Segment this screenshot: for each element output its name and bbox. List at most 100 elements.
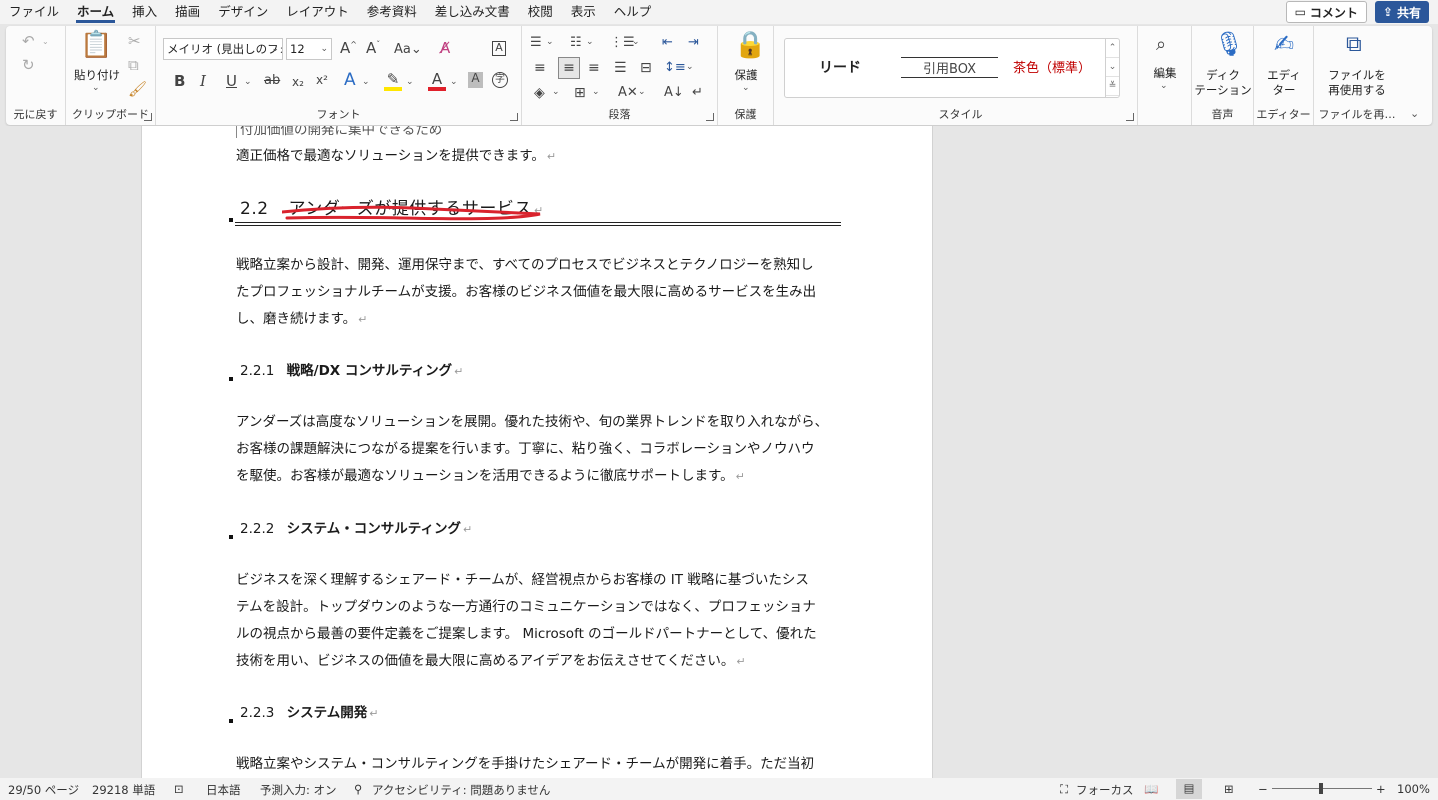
tab-help[interactable]: ヘルプ [605,0,661,24]
bold-icon[interactable]: B [174,74,185,89]
styles-launcher-icon[interactable] [1126,113,1134,121]
protect-dropdown-icon[interactable]: ⌄ [742,84,750,93]
protect-button-label[interactable]: 保護 [718,68,774,83]
focus-mode-button[interactable]: フォーカス [1076,782,1134,798]
tab-layout[interactable]: レイアウト [277,0,358,24]
share-button[interactable]: ⇪ 共有 [1374,1,1429,23]
paste-icon[interactable]: 📋 [80,32,112,58]
paragraph-launcher-icon[interactable] [706,113,714,121]
undo-dropdown-icon[interactable]: ⌄ [42,38,49,46]
tab-mailings[interactable]: 差し込み文書 [426,0,519,24]
style-lead[interactable]: リード [819,57,861,77]
borders-icon[interactable]: ⊞ [574,86,586,100]
accessibility-icon[interactable]: ⚲ [354,782,362,796]
character-border-icon[interactable]: A [492,41,506,56]
edit-button-label[interactable]: 編集 [1138,66,1192,81]
page-count[interactable]: 29/50 ページ [8,782,79,798]
clear-formatting-icon[interactable]: A̸ [440,41,450,56]
styles-more-icon[interactable]: ≚ [1106,77,1119,96]
underline-icon[interactable]: U [226,74,237,89]
tab-home[interactable]: ホーム [68,0,123,24]
tab-review[interactable]: 校閲 [519,0,562,24]
borders-dropdown-icon[interactable]: ⌄ [592,88,600,97]
microphone-icon[interactable]: 🎙 [1214,32,1244,56]
text-effects-dropdown-icon[interactable]: ⌄ [362,78,370,87]
grow-font-icon[interactable]: A^ [340,41,357,56]
distributed-icon[interactable]: ⊟ [640,61,652,75]
reuse-label-1[interactable]: ファイルを [1314,68,1400,83]
change-case-icon[interactable]: Aa⌄ [394,43,422,56]
undo-icon[interactable]: ↶ [22,34,35,49]
line-spacing-dropdown-icon[interactable]: ⌄ [686,63,694,72]
highlight-dropdown-icon[interactable]: ⌄ [406,78,414,87]
reuse-label-2[interactable]: 再使用する [1314,83,1400,98]
styles-scroll-down-icon[interactable]: ⌄ [1106,58,1119,77]
asian-layout-dropdown-icon[interactable]: ⌄ [638,88,646,97]
web-layout-icon[interactable]: ⊞ [1224,782,1234,796]
strikethrough-icon[interactable]: ab [264,74,280,87]
italic-icon[interactable]: I [200,74,206,89]
font-color-icon[interactable]: A [428,72,446,91]
zoom-in-icon[interactable]: + [1376,782,1386,796]
document-area[interactable]: 付加価値の開発に集中できるため 適正価格で最適なソリューションを提供できます。 ↵… [0,126,1438,778]
font-color-dropdown-icon[interactable]: ⌄ [450,78,458,87]
sort-icon[interactable]: A↓ [664,86,684,99]
tab-draw[interactable]: 描画 [166,0,209,24]
align-center-icon[interactable]: ≡ [558,57,580,79]
superscript-icon[interactable]: x² [316,74,328,86]
font-size-select[interactable]: 12 ⌄ [286,38,332,60]
text-prediction-status[interactable]: 予測入力: オン [260,782,337,798]
dictation-label-1[interactable]: ディク [1192,68,1254,83]
enclose-characters-icon[interactable]: 字 [492,72,508,88]
protect-lock-icon[interactable]: 🔒 [734,32,766,58]
focus-icon[interactable]: ⛶ [1060,782,1068,797]
collapse-ribbon-icon[interactable]: ⌄ [1410,108,1419,119]
highlight-icon[interactable]: ✎ [384,72,402,91]
editor-label-2[interactable]: ター [1254,83,1314,98]
align-right-icon[interactable]: ≡ [588,61,600,75]
tab-references[interactable]: 参考資料 [358,0,426,24]
font-launcher-icon[interactable] [510,113,518,121]
zoom-level[interactable]: 100% [1397,782,1430,796]
editor-label-1[interactable]: エディ [1254,68,1314,83]
tab-view[interactable]: 表示 [562,0,605,24]
word-count[interactable]: 29218 単語 [92,782,155,798]
read-mode-icon[interactable]: 📖 [1144,782,1158,796]
zoom-out-icon[interactable]: − [1258,782,1268,796]
justify-icon[interactable]: ☰ [614,61,627,75]
editor-pen-icon[interactable]: ✍ [1274,32,1294,56]
multilevel-list-icon[interactable]: ⋮☰ [610,36,635,49]
copy-icon[interactable]: ⧉ [128,58,139,73]
reuse-files-icon[interactable]: ⧉ [1346,34,1362,56]
dictation-label-2[interactable]: テーション [1192,83,1254,98]
multilevel-dropdown-icon[interactable]: ⌄ [632,38,640,47]
tab-insert[interactable]: 挿入 [123,0,166,24]
format-painter-icon[interactable]: 🖌 [128,82,147,97]
comment-button[interactable]: ▭ コメント [1285,1,1367,23]
shading-dropdown-icon[interactable]: ⌄ [552,88,560,97]
tab-file[interactable]: ファイル [0,0,68,24]
align-left-icon[interactable]: ≡ [534,61,546,75]
character-shading-icon[interactable]: A [468,72,483,88]
font-name-select[interactable]: メイリオ (見出しのフォント ⌄ [163,38,283,60]
bullets-dropdown-icon[interactable]: ⌄ [546,38,554,47]
language-indicator[interactable]: 日本語 [206,782,241,798]
shrink-font-icon[interactable]: Aˇ [366,41,380,56]
zoom-slider-thumb[interactable] [1319,783,1323,794]
text-effects-icon[interactable]: A [344,72,356,89]
show-marks-icon[interactable]: ↵ [692,86,703,99]
shading-icon[interactable]: ◈ [534,86,545,100]
document-page[interactable]: 付加価値の開発に集中できるため 適正価格で最適なソリューションを提供できます。 ↵… [141,126,933,778]
bullets-icon[interactable]: ☰ [530,36,542,49]
tab-design[interactable]: デザイン [209,0,277,24]
paste-button-label[interactable]: 貼り付け [74,68,120,83]
print-layout-icon[interactable]: ▤ [1176,779,1202,799]
redo-icon[interactable]: ↻ [22,58,35,73]
edit-dropdown-icon[interactable]: ⌄ [1160,82,1168,91]
underline-dropdown-icon[interactable]: ⌄ [244,78,252,87]
styles-scroll-up-icon[interactable]: ⌃ [1106,39,1119,58]
numbering-dropdown-icon[interactable]: ⌄ [586,38,594,47]
decrease-indent-icon[interactable]: ⇤ [662,36,673,49]
style-brown-standard[interactable]: 茶色（標準） [1013,57,1091,76]
cut-icon[interactable]: ✂ [128,34,141,49]
